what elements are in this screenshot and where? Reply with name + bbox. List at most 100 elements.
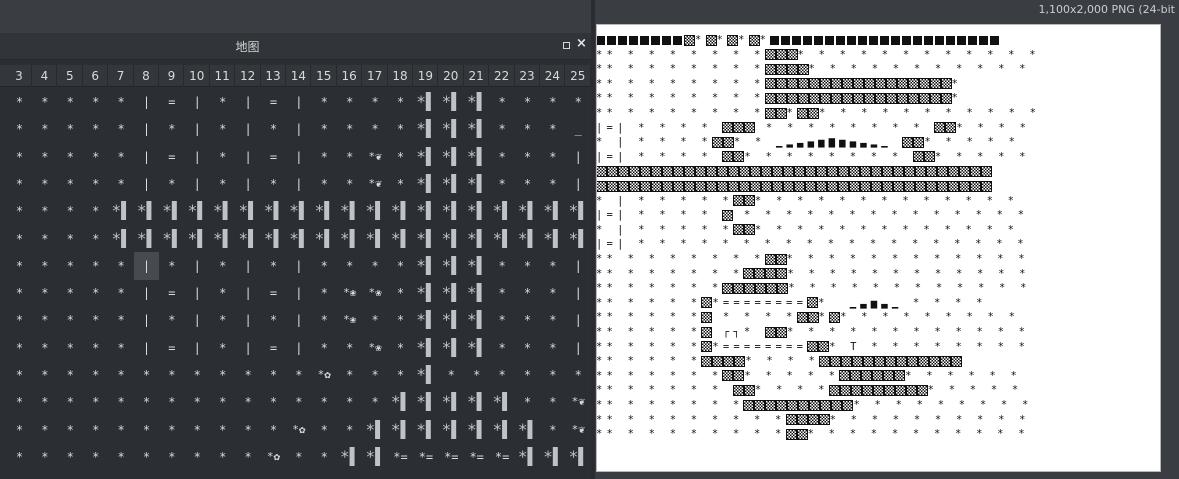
map-cell[interactable]: | bbox=[236, 170, 261, 198]
map-cell[interactable]: * bbox=[312, 252, 337, 280]
map-cell[interactable]: *▌ bbox=[439, 334, 464, 362]
map-cell[interactable]: * bbox=[261, 416, 286, 444]
map-cell[interactable]: *▌ bbox=[363, 416, 388, 444]
map-cell[interactable]: | bbox=[566, 306, 591, 334]
map-cell[interactable]: * bbox=[337, 115, 362, 143]
map-cell[interactable]: *▌ bbox=[159, 225, 184, 253]
map-cell[interactable]: * bbox=[540, 279, 565, 307]
close-icon[interactable]: × bbox=[576, 36, 587, 52]
map-cell[interactable]: | bbox=[134, 143, 159, 171]
map-cell[interactable]: = bbox=[261, 279, 286, 307]
map-cell[interactable]: * bbox=[236, 443, 261, 471]
map-cell[interactable]: * bbox=[159, 388, 184, 416]
map-cell[interactable]: * bbox=[32, 334, 57, 362]
map-cell[interactable]: * bbox=[515, 334, 540, 362]
map-cell[interactable]: * bbox=[58, 197, 83, 225]
map-cell[interactable]: * bbox=[159, 361, 184, 389]
map-cell[interactable]: *▌ bbox=[464, 388, 489, 416]
map-cell[interactable]: | bbox=[185, 170, 210, 198]
map-cell[interactable]: * bbox=[566, 88, 591, 116]
map-cell[interactable]: * bbox=[134, 388, 159, 416]
map-cell[interactable]: * bbox=[83, 388, 108, 416]
map-cell[interactable]: * bbox=[58, 361, 83, 389]
column-header-6[interactable]: 6 bbox=[83, 65, 109, 87]
map-cell[interactable]: | bbox=[286, 88, 311, 116]
column-header-15[interactable]: 15 bbox=[312, 65, 337, 87]
map-cell[interactable]: * bbox=[337, 143, 362, 171]
map-cell[interactable]: * bbox=[109, 115, 134, 143]
map-cell[interactable]: | bbox=[236, 88, 261, 116]
map-cell[interactable]: * bbox=[7, 361, 32, 389]
map-cell[interactable]: *▌ bbox=[413, 279, 438, 307]
map-cell[interactable]: | bbox=[134, 334, 159, 362]
map-cell[interactable]: * bbox=[109, 143, 134, 171]
map-cell[interactable]: * bbox=[32, 252, 57, 280]
map-cell[interactable]: | bbox=[185, 252, 210, 280]
map-cell[interactable]: * bbox=[540, 252, 565, 280]
map-cell[interactable]: *▌ bbox=[464, 225, 489, 253]
map-cell[interactable]: * bbox=[337, 361, 362, 389]
map-cell[interactable]: *▌ bbox=[439, 143, 464, 171]
map-cell[interactable]: *= bbox=[439, 443, 464, 471]
map-cell[interactable]: | bbox=[286, 252, 311, 280]
map-cell[interactable]: *▌ bbox=[464, 88, 489, 116]
map-cell[interactable]: | bbox=[134, 115, 159, 143]
map-cell[interactable]: * bbox=[185, 388, 210, 416]
map-cell[interactable]: * bbox=[312, 115, 337, 143]
map-cell[interactable]: *❀ bbox=[363, 334, 388, 362]
column-header-16[interactable]: 16 bbox=[337, 65, 363, 87]
map-cell[interactable]: * bbox=[286, 361, 311, 389]
map-cell[interactable]: * bbox=[540, 388, 565, 416]
map-cell[interactable]: | bbox=[134, 88, 159, 116]
image-canvas[interactable]: * * * * ** * * * * * * * * * * * * * * * * * … bbox=[596, 24, 1161, 472]
map-cell[interactable]: * bbox=[388, 143, 413, 171]
map-cell[interactable]: * bbox=[32, 143, 57, 171]
map-cell[interactable]: * bbox=[109, 361, 134, 389]
map-cell[interactable]: * bbox=[7, 225, 32, 253]
map-cell[interactable]: *▌ bbox=[413, 361, 438, 389]
map-cell[interactable]: * bbox=[388, 252, 413, 280]
map-cell[interactable]: * bbox=[32, 197, 57, 225]
map-cell[interactable]: | bbox=[286, 306, 311, 334]
map-cell[interactable]: | bbox=[185, 88, 210, 116]
map-cell[interactable]: * bbox=[515, 252, 540, 280]
map-cell[interactable]: *▌ bbox=[236, 197, 261, 225]
map-cell[interactable]: *▌ bbox=[312, 197, 337, 225]
map-cell[interactable]: * bbox=[515, 279, 540, 307]
map-cell[interactable]: * bbox=[312, 306, 337, 334]
map-cell[interactable]: * bbox=[83, 143, 108, 171]
map-cell[interactable]: * bbox=[312, 416, 337, 444]
map-cell[interactable]: * bbox=[109, 88, 134, 116]
map-cell[interactable]: * bbox=[515, 306, 540, 334]
column-header-25[interactable]: 25 bbox=[566, 65, 591, 87]
map-cell[interactable]: *▌ bbox=[388, 416, 413, 444]
map-cell[interactable]: * bbox=[83, 115, 108, 143]
map-cell[interactable]: * bbox=[58, 88, 83, 116]
map-cell[interactable]: * bbox=[210, 443, 235, 471]
map-cell[interactable]: *▌ bbox=[388, 197, 413, 225]
map-cell[interactable]: * bbox=[7, 334, 32, 362]
map-cell[interactable]: | bbox=[566, 170, 591, 198]
map-cell[interactable]: *▌ bbox=[490, 416, 515, 444]
map-cell[interactable]: * bbox=[134, 416, 159, 444]
map-cell[interactable]: * bbox=[32, 416, 57, 444]
map-cell[interactable]: * bbox=[515, 143, 540, 171]
map-cell[interactable]: *▌ bbox=[413, 416, 438, 444]
map-cell[interactable]: *▌ bbox=[413, 88, 438, 116]
map-cell[interactable]: * bbox=[490, 115, 515, 143]
map-cell[interactable]: * bbox=[58, 334, 83, 362]
map-cell[interactable]: * bbox=[337, 334, 362, 362]
map-cell[interactable]: * bbox=[210, 416, 235, 444]
map-cell[interactable]: *▌ bbox=[261, 225, 286, 253]
map-cell[interactable]: * bbox=[515, 115, 540, 143]
map-cell[interactable]: * bbox=[540, 88, 565, 116]
map-cell[interactable]: *▌ bbox=[439, 279, 464, 307]
map-cell[interactable]: * bbox=[32, 443, 57, 471]
map-cell[interactable]: * bbox=[210, 88, 235, 116]
map-cell[interactable]: *▌ bbox=[540, 443, 565, 471]
map-cell[interactable]: | bbox=[236, 306, 261, 334]
map-cell[interactable]: *▌ bbox=[566, 443, 591, 471]
map-cell[interactable]: * bbox=[58, 115, 83, 143]
map-cell[interactable]: * bbox=[515, 388, 540, 416]
map-cell[interactable]: * bbox=[490, 88, 515, 116]
